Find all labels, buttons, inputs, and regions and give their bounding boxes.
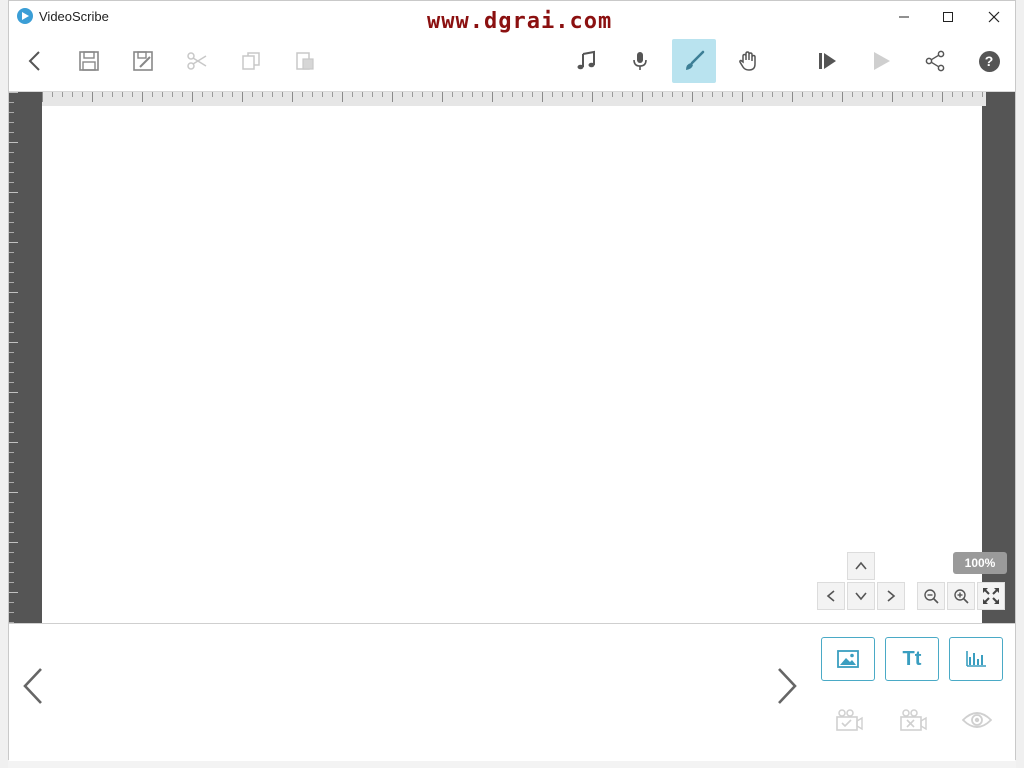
preview-from-icon	[819, 53, 836, 69]
timeline-next-button[interactable]	[771, 664, 803, 708]
chevron-right-icon	[778, 668, 797, 704]
watermark-text: www.dgrai.com	[427, 9, 613, 34]
music-button[interactable]	[564, 39, 608, 83]
image-icon	[837, 650, 859, 668]
brush-icon	[686, 50, 705, 70]
paste-button[interactable]	[283, 39, 327, 83]
save-as-icon	[133, 51, 153, 71]
share-icon	[925, 50, 945, 72]
back-icon	[28, 51, 40, 71]
chevron-left-icon	[23, 668, 42, 704]
brush-button[interactable]	[672, 39, 716, 83]
timeline-previous-button[interactable]	[17, 664, 49, 708]
add-text-button[interactable]: Tt	[885, 637, 939, 681]
copy-icon	[242, 52, 260, 70]
add-image-button[interactable]	[821, 637, 875, 681]
chevron-right-icon	[887, 590, 896, 602]
main-toolbar: ?	[9, 35, 1015, 92]
app-title: VideoScribe	[39, 9, 109, 24]
vertical-ruler	[9, 92, 19, 623]
eye-icon	[962, 712, 992, 728]
back-button[interactable]	[13, 39, 57, 83]
camera-set-button[interactable]	[831, 706, 867, 734]
chevron-down-icon	[855, 592, 867, 601]
chevron-left-icon	[826, 590, 835, 602]
cut-icon	[187, 52, 207, 70]
camera-check-icon	[836, 709, 863, 731]
minimize-button[interactable]	[881, 1, 927, 33]
pan-up-button[interactable]	[847, 552, 875, 580]
maximize-icon	[943, 12, 953, 22]
visibility-button[interactable]	[959, 706, 995, 734]
zoom-in-icon	[954, 589, 969, 604]
close-button[interactable]	[971, 1, 1017, 33]
camera-clear-button[interactable]	[895, 706, 931, 734]
text-icon: Tt	[902, 647, 922, 670]
cut-button[interactable]	[175, 39, 219, 83]
add-chart-button[interactable]	[949, 637, 1003, 681]
help-icon: ?	[978, 50, 1000, 72]
videoscribe-window: VideoScribe www.dgrai.com ? 100% Tt	[8, 0, 1017, 761]
microphone-icon	[633, 52, 647, 70]
zoom-level-badge: 100%	[953, 552, 1007, 574]
chevron-up-icon	[855, 561, 867, 570]
hand-button[interactable]	[726, 39, 770, 83]
title-bar: VideoScribe www.dgrai.com	[9, 1, 1017, 34]
background-window-strip-left	[0, 0, 8, 768]
horizontal-ruler	[42, 92, 986, 106]
canvas-stage: 100%	[9, 92, 1015, 623]
pan-left-button[interactable]	[817, 582, 845, 610]
camera-cross-icon	[900, 709, 927, 731]
save-icon	[79, 51, 99, 71]
save-button[interactable]	[67, 39, 111, 83]
chart-icon	[966, 651, 986, 667]
copy-button[interactable]	[229, 39, 273, 83]
voiceover-button[interactable]	[618, 39, 662, 83]
drawing-canvas[interactable]	[42, 106, 982, 623]
play-icon	[874, 52, 890, 70]
help-button[interactable]: ?	[967, 39, 1011, 83]
minimize-icon	[899, 16, 909, 18]
hand-icon	[739, 51, 756, 71]
zoom-in-button[interactable]	[947, 582, 975, 610]
pan-right-button[interactable]	[877, 582, 905, 610]
save-as-button[interactable]	[121, 39, 165, 83]
pan-down-button[interactable]	[847, 582, 875, 610]
zoom-out-icon	[924, 589, 939, 604]
zoom-out-button[interactable]	[917, 582, 945, 610]
play-button[interactable]	[859, 39, 903, 83]
maximize-button[interactable]	[925, 1, 971, 33]
preview-from-here-button[interactable]	[805, 39, 849, 83]
app-logo-icon	[17, 8, 33, 24]
element-timeline-panel: Tt	[9, 623, 1015, 761]
music-icon	[577, 50, 595, 70]
fit-to-screen-button[interactable]	[977, 582, 1005, 610]
paste-icon	[296, 52, 314, 70]
close-icon	[988, 11, 1000, 23]
share-button[interactable]	[913, 39, 957, 83]
background-window-strip-right	[1016, 0, 1024, 768]
fit-screen-icon	[983, 588, 999, 604]
